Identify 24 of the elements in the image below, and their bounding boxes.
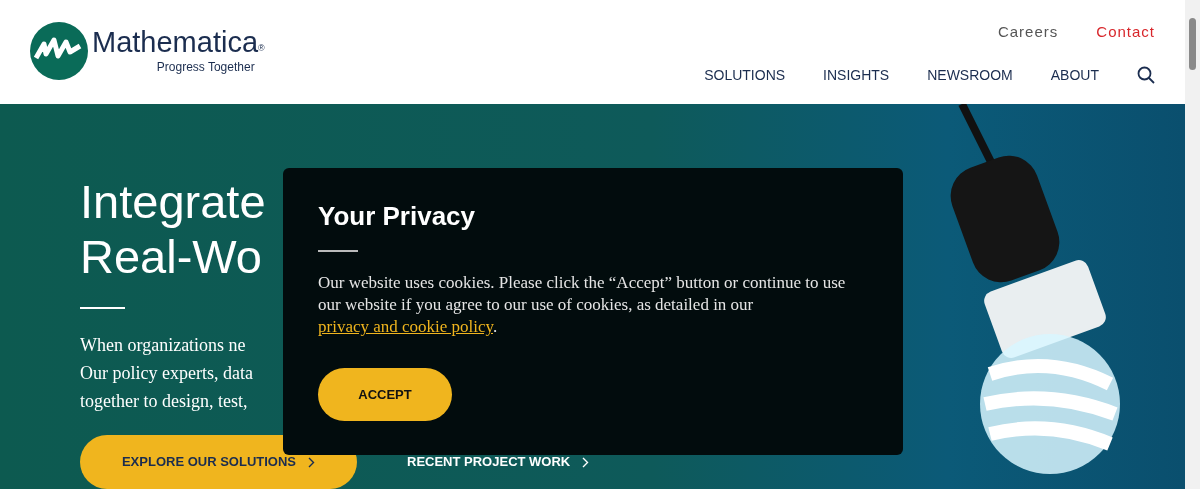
nav-link[interactable]: ABOUT	[1050, 64, 1099, 86]
explore-button[interactable]: EXPLORE OUR SOLUTIONS	[80, 435, 357, 489]
chevron-right-icon	[308, 456, 316, 468]
hero-headline: Integrate	[80, 174, 266, 229]
privacy-policy-link[interactable]: privacy and cookie policy	[318, 317, 493, 336]
search-icon[interactable]	[1137, 66, 1155, 84]
nav-link[interactable]: NEWSROOM	[927, 64, 1013, 86]
scrollbar[interactable]	[1185, 0, 1200, 489]
hero-description-line: Our policy experts, data	[80, 362, 253, 385]
utility-link[interactable]: Contact	[1096, 21, 1155, 44]
nav-link[interactable]: INSIGHTS	[823, 64, 890, 86]
nav-link[interactable]: SOLUTIONS	[704, 64, 786, 86]
hero-description-line: together to design, test,	[80, 390, 248, 413]
hero-description-line: When organizations ne	[80, 334, 246, 357]
accept-button[interactable]: ACCEPT	[318, 368, 452, 421]
utility-link[interactable]: Careers	[997, 21, 1059, 44]
dialog-title: Your Privacy	[318, 200, 477, 232]
dialog-text: Our website uses cookies. Please click the “Accept” button or continue to use our website if you agree to our use of cookies, as detailed in our privacy and cookie policy.	[318, 272, 847, 338]
registered-mark: ®	[258, 43, 265, 55]
logo-icon	[30, 22, 88, 80]
logo-tagline: Progress Together	[156, 59, 255, 76]
chevron-right-icon	[582, 456, 590, 468]
logo-wordmark: Mathematica	[92, 26, 258, 58]
hero-headline: Real-Wo	[80, 229, 262, 284]
